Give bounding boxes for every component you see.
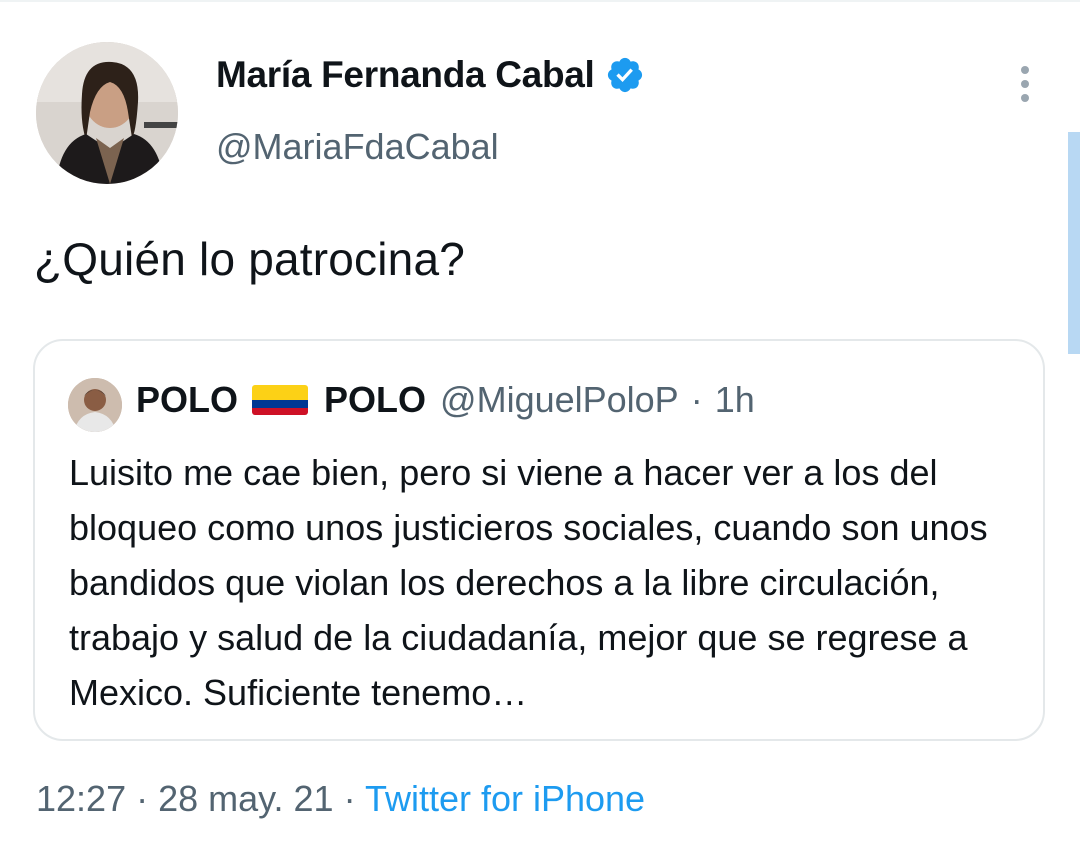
- scrollbar[interactable]: [1068, 132, 1080, 354]
- meta-separator: ·: [690, 379, 703, 420]
- footer-separator: ·: [343, 778, 356, 819]
- quoted-author-name-part1: POLO: [136, 379, 239, 420]
- author-name[interactable]: María Fernanda Cabal: [216, 54, 595, 96]
- quoted-author-handle: @MiguelPoloP: [440, 379, 679, 420]
- quoted-header: POLO POLO @MiguelPoloP · 1h: [136, 379, 755, 421]
- tweet-text: ¿Quién lo patrocina?: [34, 233, 466, 285]
- tweet-footer: 12:27 · 28 may. 21 · Twitter for iPhone: [36, 778, 645, 820]
- tweet-date: 28 may. 21: [158, 778, 334, 819]
- quoted-author-avatar: [68, 378, 122, 432]
- verified-badge-icon: [607, 57, 642, 93]
- quoted-time: 1h: [714, 379, 755, 420]
- quoted-author-name-part2: POLO: [324, 379, 427, 420]
- author-avatar[interactable]: [36, 42, 178, 184]
- quoted-tweet-card[interactable]: POLO POLO @MiguelPoloP · 1h Luisito me c…: [33, 339, 1045, 741]
- tweet-source-link[interactable]: Twitter for iPhone: [365, 778, 645, 819]
- colombia-flag-icon: [252, 385, 309, 415]
- quoted-tweet-text: Luisito me cae bien, pero si viene a hac…: [69, 452, 988, 713]
- footer-separator: ·: [136, 778, 149, 819]
- author-handle[interactable]: @MariaFdaCabal: [216, 126, 499, 168]
- more-options-icon[interactable]: [1010, 62, 1040, 102]
- tweet-time: 12:27: [36, 778, 127, 819]
- author-name-row: María Fernanda Cabal: [216, 54, 645, 96]
- top-divider: [0, 0, 1080, 2]
